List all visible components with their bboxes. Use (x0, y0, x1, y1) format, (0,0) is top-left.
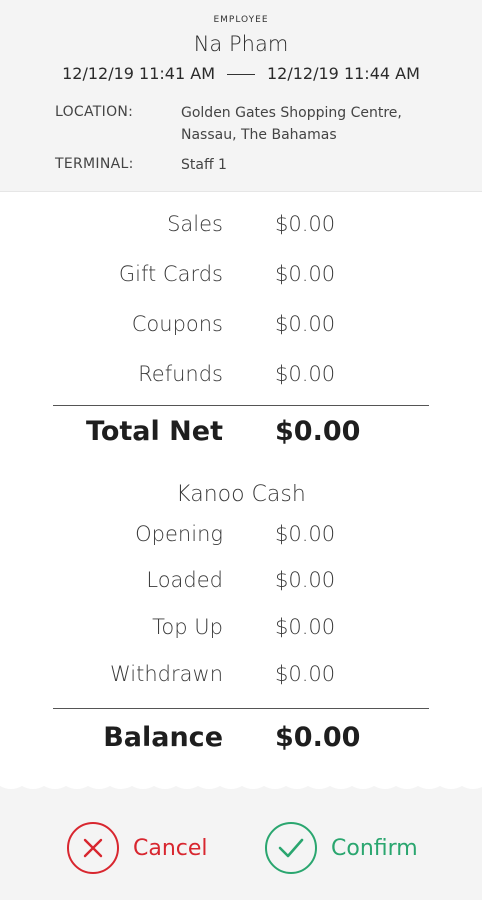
balance-label: Balance (103, 722, 223, 753)
x-circle-icon (67, 822, 119, 874)
action-footer: Cancel Confirm (0, 796, 482, 900)
row-value: $0.00 (275, 615, 336, 639)
kanoo-row-opening: Opening $0.00 (0, 522, 482, 562)
row-value: $0.00 (275, 362, 336, 386)
confirm-label: Confirm (331, 835, 418, 861)
terminal-label: TERMINAL: (55, 156, 134, 172)
row-label: Loaded (146, 568, 223, 592)
time-separator (227, 74, 255, 75)
row-value: $0.00 (275, 262, 336, 286)
location-value: Golden Gates Shopping Centre, Nassau, Th… (181, 102, 471, 146)
employee-label: EMPLOYEE (213, 15, 269, 25)
row-value: $0.00 (275, 568, 336, 592)
location-label: LOCATION: (55, 104, 134, 120)
row-label: Coupons (131, 312, 223, 336)
employee-name: Na Pham (193, 32, 289, 56)
row-label: Refunds (138, 362, 223, 386)
row-label: Top Up (152, 615, 223, 639)
summary-row-sales: Sales $0.00 (0, 212, 482, 252)
kanoo-row-top-up: Top Up $0.00 (0, 615, 482, 655)
kanoo-cash-title: Kanoo Cash (176, 482, 306, 507)
row-value: $0.00 (275, 662, 336, 686)
kanoo-row-loaded: Loaded $0.00 (0, 568, 482, 608)
shift-header: EMPLOYEE Na Pham 12/12/19 11:41 AM 12/12/… (0, 0, 482, 192)
check-circle-icon (265, 822, 317, 874)
row-value: $0.00 (275, 522, 336, 546)
total-net-label: Total Net (86, 416, 223, 447)
row-label: Sales (167, 212, 223, 236)
kanoo-row-withdrawn: Withdrawn $0.00 (0, 662, 482, 702)
cancel-button[interactable]: Cancel (67, 820, 208, 876)
summary-row-gift-cards: Gift Cards $0.00 (0, 262, 482, 302)
row-value: $0.00 (275, 212, 336, 236)
balance-row: Balance $0.00 (0, 722, 482, 762)
location-line-1: Golden Gates Shopping Centre, (181, 105, 402, 121)
cancel-label: Cancel (133, 835, 208, 861)
row-label: Gift Cards (118, 262, 223, 286)
total-net-value: $0.00 (275, 416, 361, 447)
total-net-row: Total Net $0.00 (0, 416, 482, 456)
row-label: Withdrawn (110, 662, 223, 686)
row-value: $0.00 (275, 312, 336, 336)
row-label: Opening (135, 522, 223, 546)
receipt-torn-edge (0, 780, 482, 789)
balance-divider (53, 708, 429, 709)
location-line-2: Nassau, The Bahamas (181, 127, 337, 143)
confirm-button[interactable]: Confirm (265, 820, 418, 876)
shift-time-range: 12/12/19 11:41 AM 12/12/19 11:44 AM (0, 64, 482, 83)
total-divider (53, 405, 429, 406)
balance-value: $0.00 (275, 722, 361, 753)
summary-row-refunds: Refunds $0.00 (0, 362, 482, 402)
terminal-value: Staff 1 (181, 157, 227, 173)
shift-end-time: 12/12/19 11:44 AM (267, 64, 420, 83)
shift-start-time: 12/12/19 11:41 AM (62, 64, 215, 83)
receipt-summary: Sales $0.00 Gift Cards $0.00 Coupons $0.… (0, 192, 482, 786)
summary-row-coupons: Coupons $0.00 (0, 312, 482, 352)
